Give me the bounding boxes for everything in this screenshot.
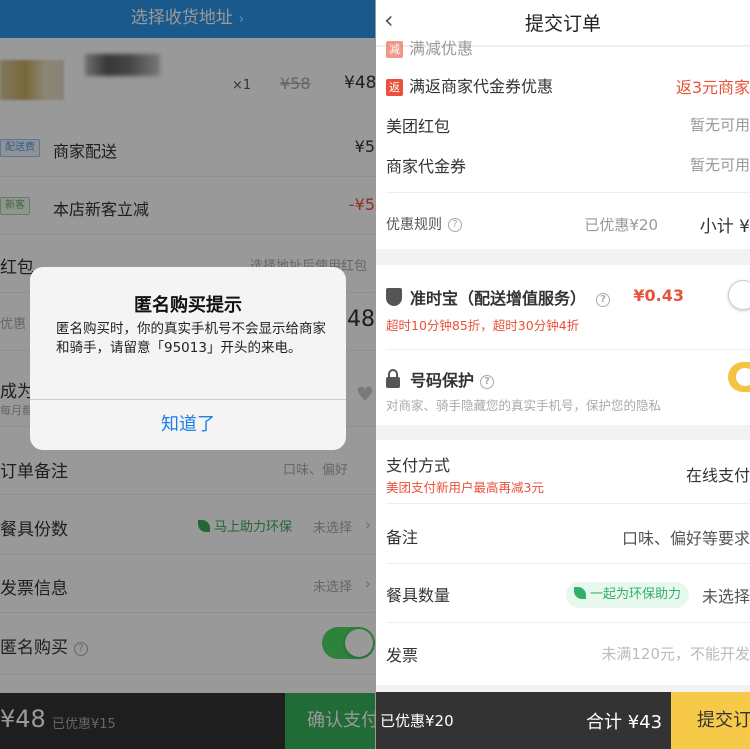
services-card: 准时宝（配送增值服务）? ¥0.43 超时10分钟85折，超时30分钟4折 号码… — [376, 265, 750, 425]
submit-order-button[interactable]: 提交订单 — [671, 692, 750, 749]
options-card: 支付方式 美团支付新用户最高再减3元 在线支付 备注 口味、偏好等要求 餐具数量… — [376, 440, 750, 685]
question-icon[interactable]: ? — [480, 375, 495, 389]
divider — [386, 563, 750, 564]
right-screen: ‹ 提交订单 减满减优惠 返满返商家代金券优惠 返3元商家 美团红包 暂无可用 … — [376, 0, 750, 749]
payment-label: 支付方式 — [386, 456, 451, 475]
divider — [386, 503, 750, 504]
ontime-subtext: 超时10分钟85折，超时30分钟4折 — [386, 318, 580, 333]
privacy-label: 号码保护? — [386, 367, 495, 391]
utensils-value[interactable]: 未选择 — [702, 583, 750, 607]
payment-method[interactable]: 在线支付 — [686, 462, 750, 486]
ontime-toggle[interactable] — [728, 280, 750, 310]
remark-label: 备注 — [386, 528, 419, 547]
discount-rules-label: 优惠规则? — [386, 214, 462, 234]
dialog-message: 匿名购买时，你的真实手机号不会显示给商家和骑手，请留意「95013」开头的来电。 — [56, 321, 326, 356]
subtotal: 小计 ¥ — [699, 217, 750, 237]
question-icon[interactable]: ? — [596, 293, 611, 307]
right-total: 合计 ¥43 — [586, 712, 663, 733]
divider — [386, 349, 750, 350]
meituan-redpacket-value: 暂无可用 — [689, 116, 750, 134]
left-screen: 选择收货地址 › ×1 ¥58 ¥48 配送费 商家配送 ¥5 新客 本店新客立减… — [0, 0, 375, 749]
payment-subtext: 美团支付新用户最高再减3元 — [386, 480, 544, 495]
page-title: 提交订单 — [524, 13, 601, 35]
meituan-redpacket-row[interactable]: 美团红包 暂无可用 — [376, 103, 750, 143]
discount-rules-row: 优惠规则? 已优惠¥20 小计 ¥ — [376, 202, 750, 242]
utensils-label: 餐具数量 — [386, 586, 451, 605]
voucher-value: 暂无可用 — [689, 156, 750, 174]
coupon-value: 返3元商家 — [675, 78, 750, 97]
partial-row-label: 减满减优惠 — [386, 35, 473, 59]
invoice-value: 未满120元，不能开发 — [601, 645, 750, 663]
coupon-row[interactable]: 返满返商家代金券优惠 返3元商家 — [376, 63, 750, 103]
dialog-title: 匿名购买提示 — [134, 295, 242, 316]
right-saved: 已优惠¥20 — [380, 712, 454, 730]
ontime-price: ¥0.43 — [633, 286, 684, 305]
discount-saved: 已优惠¥20 — [584, 216, 658, 234]
invoice-label: 发票 — [386, 646, 419, 665]
question-icon[interactable]: ? — [448, 218, 462, 232]
privacy-subtext: 对商家、骑手隐藏您的真实手机号，保护您的隐私 — [386, 398, 662, 413]
meituan-redpacket-label: 美团红包 — [386, 117, 451, 136]
ontime-label: 准时宝（配送增值服务）? — [386, 285, 611, 309]
divider — [386, 622, 750, 623]
right-footer: 已优惠¥20 合计 ¥43 提交订单 — [376, 692, 750, 749]
dialog-ok-button[interactable]: 知道了 — [30, 400, 346, 450]
divider — [386, 192, 750, 193]
rebate-badge-icon: 返 — [386, 79, 403, 96]
lock-icon — [386, 369, 400, 388]
privacy-toggle[interactable] — [728, 362, 750, 392]
shield-icon — [386, 288, 402, 306]
coupon-label: 返满返商家代金券优惠 — [386, 73, 553, 97]
eco-chip[interactable]: 一起为环保助力 — [566, 582, 690, 608]
remark-value[interactable]: 口味、偏好等要求 — [622, 525, 750, 549]
anonymous-alert-dialog: 匿名购买提示 匿名购买时，你的真实手机号不会显示给商家和骑手，请留意「95013… — [30, 267, 346, 450]
voucher-label: 商家代金券 — [386, 157, 467, 176]
reduction-badge-icon: 减 — [386, 41, 403, 58]
voucher-row[interactable]: 商家代金券 暂无可用 — [376, 143, 750, 183]
discounts-card: 减满减优惠 返满返商家代金券优惠 返3元商家 美团红包 暂无可用 商家代金券 暂… — [376, 39, 750, 249]
leaf-icon — [574, 587, 586, 599]
